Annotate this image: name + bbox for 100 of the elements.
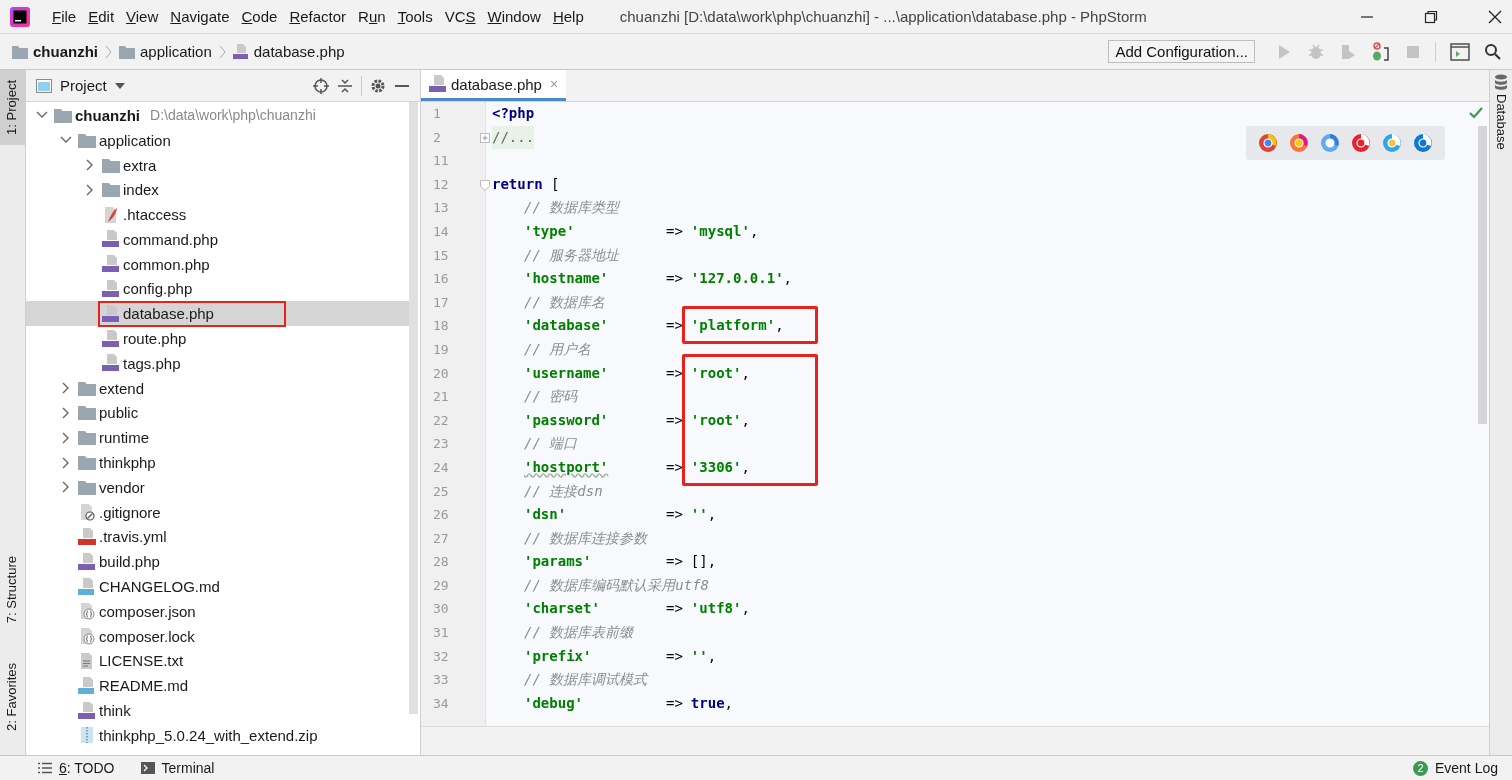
browser-icon[interactable] bbox=[1382, 133, 1402, 153]
line-number: 12 bbox=[432, 175, 450, 194]
tool-window-tab[interactable]: 7: Structure bbox=[0, 545, 25, 634]
punctuation: , bbox=[707, 646, 717, 666]
dropdown-caret-icon[interactable] bbox=[114, 82, 125, 89]
editor-tab[interactable]: database.php × bbox=[421, 70, 567, 101]
tree-row[interactable]: thinkphp bbox=[26, 450, 410, 475]
browser-icon[interactable] bbox=[1258, 133, 1278, 153]
tree-row[interactable]: extend bbox=[26, 375, 410, 401]
tree-item-label: think bbox=[99, 702, 131, 720]
fold-marker-icon[interactable] bbox=[480, 178, 490, 191]
locate-icon[interactable] bbox=[313, 77, 329, 94]
search-icon[interactable] bbox=[1484, 42, 1502, 61]
line-number: 24 bbox=[432, 458, 450, 477]
php-file-icon bbox=[102, 280, 120, 298]
settings-icon[interactable] bbox=[370, 77, 386, 94]
scrollbar[interactable] bbox=[1478, 126, 1487, 424]
menu-item[interactable]: Help bbox=[546, 8, 590, 25]
array-value: 'utf8' bbox=[690, 599, 742, 619]
tree-row[interactable]: README.md bbox=[26, 673, 410, 699]
tree-row[interactable]: application bbox=[26, 127, 410, 153]
check-icon[interactable] bbox=[1469, 106, 1483, 120]
menu-item[interactable]: Code bbox=[235, 8, 284, 25]
line-number: 32 bbox=[432, 647, 450, 666]
tool-window-tab[interactable]: 1: Project bbox=[0, 70, 25, 145]
tool-window-button[interactable]: 6: TODO bbox=[38, 760, 115, 776]
browser-icon[interactable] bbox=[1289, 133, 1309, 153]
menu-item[interactable]: Window bbox=[481, 8, 547, 25]
tree-item-label: .htaccess bbox=[123, 206, 187, 224]
tool-window-button[interactable]: Terminal bbox=[140, 760, 215, 776]
tool-window-tab[interactable]: 2: Favorites bbox=[0, 653, 25, 741]
tree-row[interactable]: common.php bbox=[26, 251, 410, 277]
tree-row[interactable]: extra bbox=[26, 152, 410, 178]
breadcrumb-item[interactable]: application bbox=[140, 43, 212, 60]
menu-item[interactable]: Run bbox=[352, 8, 392, 25]
menu-item[interactable]: VCS bbox=[438, 8, 482, 25]
tree-row[interactable]: .gitignore bbox=[26, 499, 410, 525]
arrow-operator: => bbox=[666, 599, 683, 619]
tree-row[interactable]: tags.php bbox=[26, 350, 410, 376]
breadcrumb-item[interactable]: chuanzhi bbox=[33, 43, 98, 60]
menu-item[interactable]: Tools bbox=[391, 8, 439, 25]
tab-label: database.php bbox=[451, 75, 542, 93]
line-number: 30 bbox=[432, 600, 450, 619]
line-number: 29 bbox=[432, 576, 450, 595]
browser-icon[interactable] bbox=[1413, 133, 1433, 153]
yaml-file-icon bbox=[78, 527, 96, 546]
tree-row[interactable]: composer.json bbox=[26, 598, 410, 624]
punctuation: , bbox=[783, 269, 792, 289]
tree-row[interactable]: .travis.yml bbox=[26, 524, 410, 550]
tree-item-label: CHANGELOG.md bbox=[99, 578, 220, 596]
tree-row[interactable]: vendor bbox=[26, 474, 410, 500]
php-file-icon bbox=[78, 701, 96, 720]
code-token: //... bbox=[492, 125, 535, 150]
line-number: 14 bbox=[432, 222, 450, 241]
tree-row[interactable]: .htaccess bbox=[26, 202, 410, 227]
add-configuration-button[interactable]: Add Configuration... bbox=[1108, 40, 1255, 63]
panel-title[interactable]: Project bbox=[60, 77, 107, 94]
tree-row[interactable]: command.php bbox=[26, 227, 410, 252]
tree-row[interactable]: database.php bbox=[26, 301, 410, 327]
menu-item[interactable]: View bbox=[120, 8, 165, 25]
breadcrumb-item[interactable]: database.php bbox=[253, 43, 345, 60]
tree-row[interactable]: composer.lock bbox=[26, 623, 410, 649]
terminal-window-icon[interactable] bbox=[1450, 42, 1470, 61]
folder-icon bbox=[78, 479, 96, 495]
line-number: 17 bbox=[432, 293, 450, 312]
browser-icon[interactable] bbox=[1320, 133, 1340, 153]
menu-item[interactable]: Navigate bbox=[164, 8, 236, 25]
tree-row[interactable]: chuanzhi D:\data\work\php\chuanzhi bbox=[26, 103, 410, 128]
php-file-icon bbox=[102, 304, 120, 323]
tree-row[interactable]: CHANGELOG.md bbox=[26, 574, 410, 599]
tree-row[interactable]: LICENSE.txt bbox=[26, 648, 410, 674]
line-number: 18 bbox=[432, 317, 450, 336]
menu-item[interactable]: Refactor bbox=[283, 8, 353, 25]
tree-row[interactable]: think bbox=[26, 698, 410, 723]
menu-item[interactable]: File bbox=[46, 8, 83, 25]
tool-window-tab[interactable]: Database bbox=[1493, 94, 1509, 150]
tree-row[interactable]: config.php bbox=[26, 276, 410, 302]
tree-row[interactable]: public bbox=[26, 400, 410, 426]
tree-row[interactable]: route.php bbox=[26, 326, 410, 351]
folder-icon bbox=[119, 44, 135, 59]
markdown-file-icon bbox=[78, 577, 96, 596]
line-number: 25 bbox=[432, 482, 450, 501]
event-log-button[interactable]: 2 Event Log bbox=[1412, 760, 1498, 776]
browser-icon[interactable] bbox=[1351, 133, 1371, 153]
array-key: 'database' bbox=[524, 317, 609, 334]
punctuation: , bbox=[724, 693, 733, 713]
tree-row[interactable]: index bbox=[26, 177, 410, 203]
tree-row[interactable]: build.php bbox=[26, 549, 410, 575]
line-number: 27 bbox=[432, 529, 450, 548]
line-number: 26 bbox=[432, 506, 450, 525]
tree-row[interactable]: thinkphp_5.0.24_with_extend.zip bbox=[26, 722, 410, 748]
collapse-all-icon[interactable] bbox=[337, 77, 353, 94]
restore-icon[interactable] bbox=[1424, 9, 1438, 24]
close-icon[interactable] bbox=[1488, 9, 1502, 24]
menu-item[interactable]: Edit bbox=[82, 8, 121, 25]
scrollbar[interactable] bbox=[409, 102, 418, 714]
tree-row[interactable]: runtime bbox=[26, 425, 410, 451]
tree-item-label: extend bbox=[99, 379, 145, 397]
line-number: 22 bbox=[432, 411, 450, 430]
line-number: 11 bbox=[432, 152, 450, 171]
